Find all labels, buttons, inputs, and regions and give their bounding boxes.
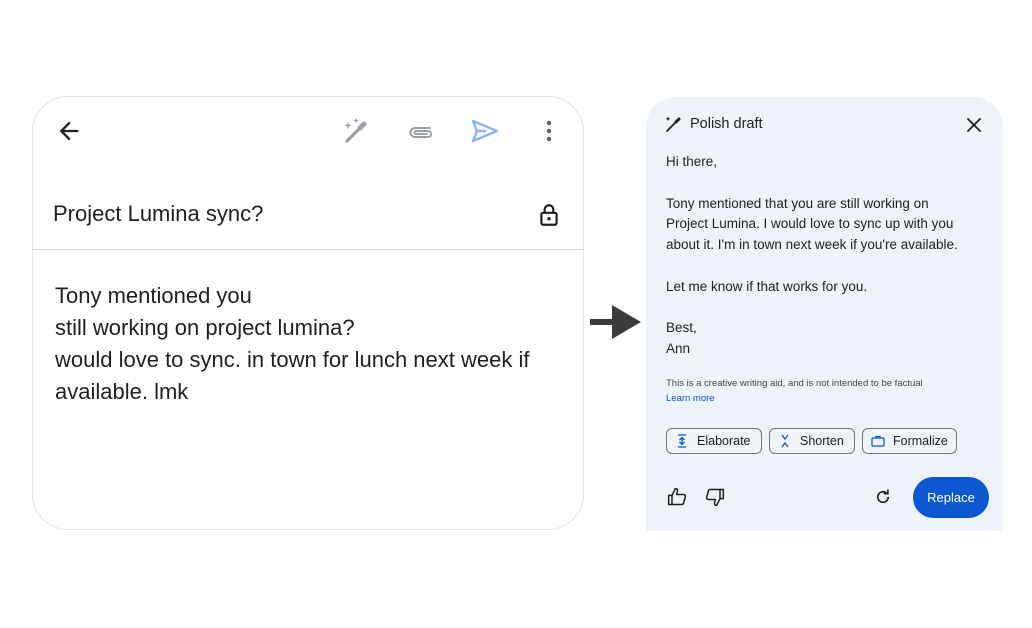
subject-row: Project Lumina sync? (33, 187, 583, 250)
learn-more-link[interactable]: Learn more (666, 393, 715, 404)
more-vert-icon[interactable] (533, 115, 565, 147)
panel-header: Polish draft (646, 97, 1003, 151)
panel-title: Polish draft (690, 116, 763, 132)
chip-label: Shorten (800, 434, 844, 448)
draft-line: Project Lumina. I would love to sync up … (666, 216, 954, 232)
body-line: available. lmk (55, 379, 189, 404)
draft-line: Tony mentioned that you are still workin… (666, 195, 929, 211)
body-line: would love to sync. in town for lunch ne… (55, 347, 530, 372)
lock-icon[interactable] (533, 199, 565, 231)
draft-line: Best, (666, 320, 697, 336)
elaborate-chip[interactable]: Elaborate (666, 428, 762, 454)
shorten-chip[interactable]: Shorten (769, 428, 855, 454)
replace-button[interactable]: Replace (913, 477, 989, 518)
thumbs-up-icon[interactable] (666, 486, 688, 508)
draft-line: Hi there, (666, 154, 718, 169)
thumbs-down-icon[interactable] (704, 486, 726, 508)
draft-line: Let me know if that works for you. (666, 278, 868, 294)
briefcase-icon (871, 434, 885, 448)
disclaimer-text: This is a creative writing aid, and is n… (666, 378, 923, 389)
transition-arrow-icon (590, 304, 642, 340)
polished-draft: Hi there, Tony mentioned that you are st… (666, 152, 996, 360)
body-line: Tony mentioned you (55, 283, 252, 308)
body-line: still working on project lumina? (55, 315, 355, 340)
back-arrow-icon[interactable] (53, 115, 85, 147)
send-icon[interactable] (469, 115, 501, 147)
sparkle-pen-icon[interactable] (339, 115, 371, 147)
close-icon[interactable] (962, 113, 986, 137)
paperclip-icon[interactable] (404, 115, 436, 147)
subject-field[interactable]: Project Lumina sync? (53, 201, 263, 227)
refresh-icon[interactable] (872, 486, 894, 508)
sparkle-pen-icon (662, 113, 684, 135)
compose-card: Project Lumina sync? Tony mentioned you … (32, 96, 584, 530)
expand-vertical-icon (675, 434, 689, 448)
compose-body[interactable]: Tony mentioned you still working on proj… (55, 280, 565, 408)
chip-label: Elaborate (697, 434, 751, 448)
compress-vertical-icon (778, 434, 792, 448)
draft-line: about it. I'm in town next week if you'r… (666, 237, 958, 253)
chip-label: Formalize (893, 434, 948, 448)
draft-line: Ann (666, 341, 691, 357)
formalize-chip[interactable]: Formalize (862, 428, 957, 454)
polish-draft-panel: Polish draft Hi there, Tony mentioned th… (646, 97, 1003, 531)
compose-toolbar (33, 97, 583, 169)
